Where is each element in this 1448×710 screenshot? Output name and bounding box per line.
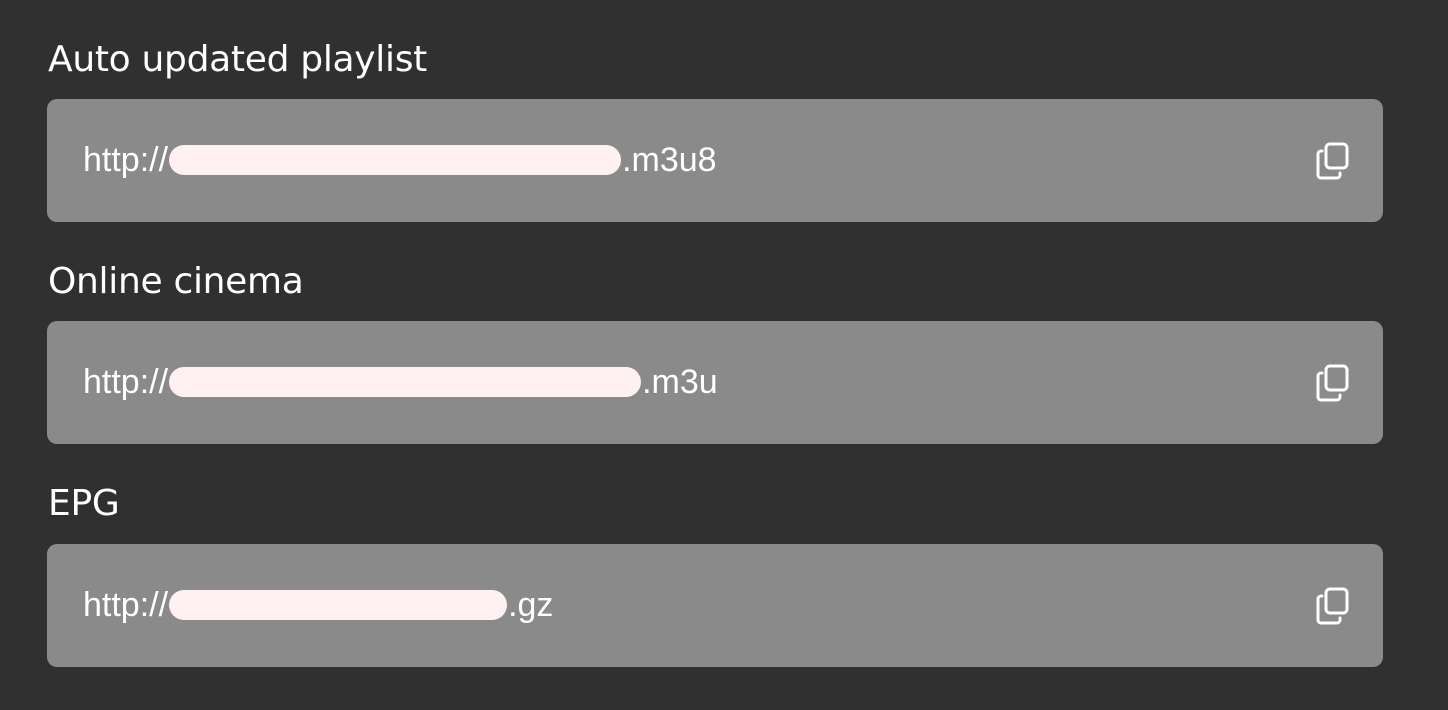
url-text-playlist: http:// .m3u8 <box>83 138 717 182</box>
url-text-online-cinema: http:// .m3u <box>83 360 718 404</box>
url-prefix: http:// <box>83 141 169 179</box>
section-title-online-cinema: Online cinema <box>48 261 304 302</box>
url-suffix: .m3u <box>642 363 718 401</box>
url-field-online-cinema[interactable]: http:// .m3u <box>47 321 1383 444</box>
url-text-epg: http:// .gz <box>83 583 553 627</box>
copy-icon <box>1316 364 1349 402</box>
url-suffix: .m3u8 <box>622 141 717 179</box>
redaction-mark <box>169 590 508 620</box>
copy-button-epg[interactable] <box>1313 586 1353 626</box>
url-suffix: .gz <box>508 586 554 624</box>
redaction-mark <box>169 367 642 397</box>
copy-button-online-cinema[interactable] <box>1313 363 1353 403</box>
url-field-epg[interactable]: http:// .gz <box>47 544 1383 667</box>
copy-icon <box>1316 587 1349 625</box>
url-field-playlist[interactable]: http:// .m3u8 <box>47 99 1383 222</box>
url-prefix: http:// <box>83 586 169 624</box>
redaction-mark <box>169 145 622 175</box>
section-title-playlist: Auto updated playlist <box>48 39 427 80</box>
section-title-epg: EPG <box>48 483 120 524</box>
link-settings-panel: Auto updated playlist http:// .m3u8 Onli… <box>0 0 1448 710</box>
copy-button-playlist[interactable] <box>1313 141 1353 181</box>
url-prefix: http:// <box>83 363 169 401</box>
copy-icon <box>1316 142 1349 180</box>
